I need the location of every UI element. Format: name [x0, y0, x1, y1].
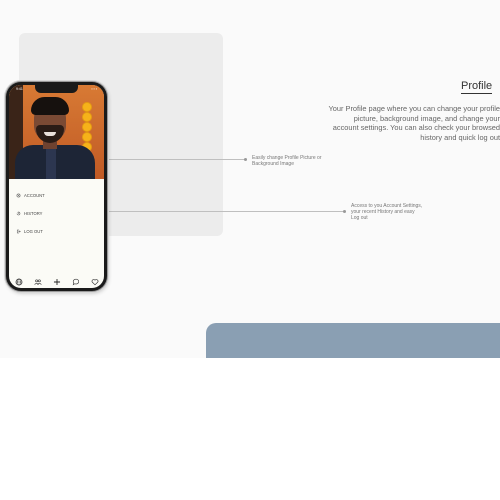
description-line: history and quick log out	[420, 132, 500, 142]
callout-dot-settings	[343, 210, 346, 213]
next-section-band	[206, 323, 500, 358]
history-icon	[16, 211, 21, 216]
status-time: 9:41	[16, 87, 23, 91]
phone-mockup: 9:41 ▪ ▪ ▪ ACCOUNT HISTORY LOG OUT	[6, 82, 107, 291]
heart-icon[interactable]	[90, 277, 99, 286]
status-indicators: ▪ ▪ ▪	[91, 87, 97, 91]
community-icon[interactable]	[33, 277, 42, 286]
logout-icon	[16, 229, 21, 234]
callout-dot-picture	[244, 158, 247, 161]
annotation-line: Background Image	[252, 161, 294, 168]
callout-line-picture	[106, 159, 245, 160]
phone-screen: 9:41 ▪ ▪ ▪ ACCOUNT HISTORY LOG OUT	[9, 85, 104, 288]
chat-icon[interactable]	[71, 277, 80, 286]
menu-item-account[interactable]: ACCOUNT	[16, 193, 45, 198]
description-line: picture, background image, and change yo…	[353, 113, 500, 123]
add-icon[interactable]	[52, 277, 61, 286]
profile-photo[interactable]	[9, 85, 104, 179]
menu-item-history[interactable]: HISTORY	[16, 211, 42, 216]
globe-icon[interactable]	[14, 277, 23, 286]
menu-item-label: ACCOUNT	[24, 193, 45, 198]
annotation-settings: Access to you Account Settings, your rec…	[351, 203, 422, 222]
menu-item-label: LOG OUT	[24, 229, 43, 234]
page-title: Profile	[461, 80, 493, 94]
page-description: Your Profile page where you can change y…	[300, 104, 500, 142]
menu-item-label: HISTORY	[24, 211, 43, 216]
bottom-tab-bar	[9, 275, 104, 288]
phone-notch	[35, 85, 78, 93]
annotation-line: Log out	[351, 215, 368, 222]
description-line: account settings. You can also check you…	[332, 123, 500, 133]
menu-item-logout[interactable]: LOG OUT	[16, 229, 43, 234]
description-line: Your Profile page where you can change y…	[328, 104, 500, 113]
gear-icon	[16, 193, 21, 198]
annotation-picture: Easily change Profile Picture or Backgro…	[252, 155, 321, 167]
